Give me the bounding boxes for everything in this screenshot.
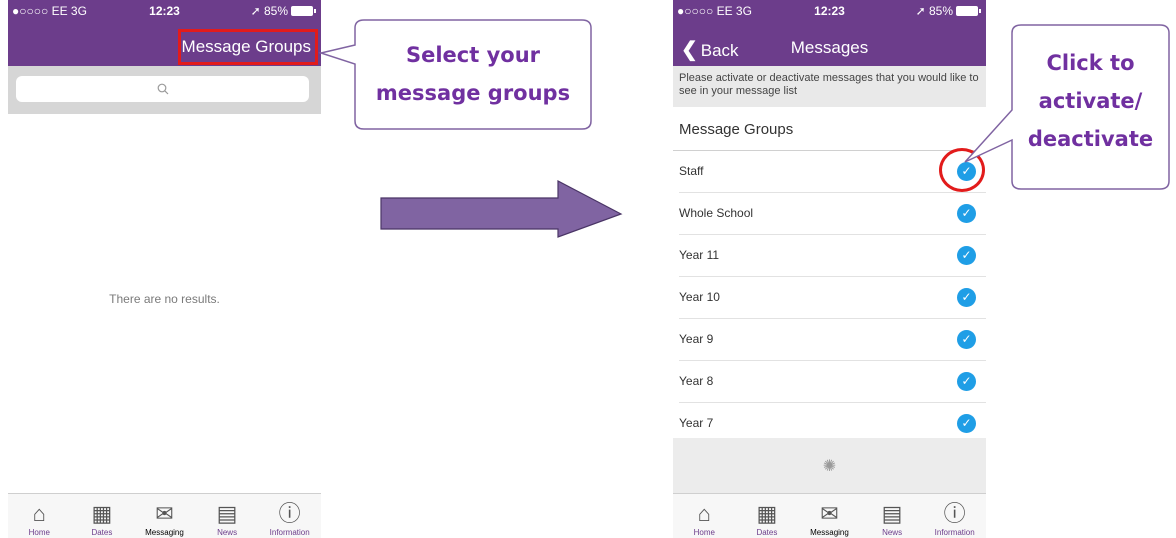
callout-line: activate/ bbox=[1038, 89, 1143, 113]
callout-line: message groups bbox=[375, 81, 571, 105]
callout-select-groups: Select your message groups bbox=[355, 36, 591, 112]
callout-activate: Click to activate/ deactivate bbox=[1012, 44, 1169, 158]
flow-arrow bbox=[380, 180, 623, 238]
callout-line: Select your bbox=[405, 43, 541, 67]
callout-line: Click to bbox=[1046, 51, 1135, 75]
callout-line: deactivate bbox=[1027, 127, 1154, 151]
